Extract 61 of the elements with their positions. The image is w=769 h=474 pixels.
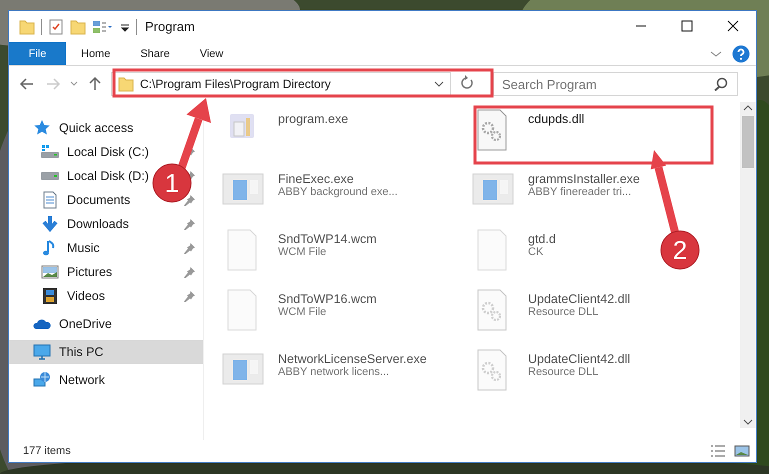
sidebar-item[interactable]: Documents — [41, 188, 134, 212]
folder-icon[interactable] — [70, 18, 86, 34]
file-type: ABBY network licens... — [278, 366, 390, 378]
step-badge: 1 — [152, 164, 192, 202]
ribbon-tab[interactable]: Share — [125, 42, 185, 65]
folder-icon — [118, 76, 134, 92]
item-count: 177 items — [23, 445, 71, 457]
file-name[interactable]: FineExec.exe — [278, 172, 398, 186]
checklist-icon[interactable] — [48, 18, 64, 34]
sidebar-item[interactable]: This PC — [9, 340, 203, 364]
file-type: WCM File — [278, 246, 328, 258]
file-type: ABBY finereader tri... — [528, 186, 632, 198]
search-field[interactable]: Search Program — [493, 72, 738, 96]
sidebar-item[interactable]: Music — [41, 236, 104, 260]
sidebar-item[interactable]: Local Disk (C:) — [41, 140, 153, 164]
file-tab[interactable]: File — [9, 42, 66, 65]
file-type: ABBY background exe... — [278, 186, 398, 198]
file-name[interactable]: SndToWP16.wcm — [278, 292, 377, 306]
star-icon — [33, 119, 51, 137]
film-icon — [41, 287, 59, 305]
sidebar-item[interactable]: Network — [33, 368, 109, 392]
thumbnails-view-icon[interactable] — [734, 444, 750, 458]
file-name[interactable]: UpdateClient42.dll — [528, 352, 630, 366]
sidebar-item[interactable]: Local Disk (D:) — [41, 164, 153, 188]
details-view-icon[interactable] — [710, 444, 726, 458]
sidebar-item[interactable]: Videos — [41, 284, 109, 308]
document-icon — [41, 191, 59, 209]
scrollbar[interactable] — [740, 102, 756, 428]
file-name[interactable]: cdupds.dll — [528, 112, 584, 126]
monitor-icon — [33, 343, 51, 361]
network-icon — [33, 371, 51, 389]
file-type: Resource DLL — [528, 306, 600, 318]
step-badge: 2 — [660, 230, 700, 270]
scroll-thumb[interactable] — [742, 116, 754, 168]
file-type: CK — [528, 246, 544, 258]
sidebar-item[interactable]: Quick access — [33, 116, 138, 140]
chevron-icon[interactable] — [434, 81, 444, 87]
file-type: Resource DLL — [528, 366, 600, 378]
sidebar-item[interactable]: Downloads — [41, 212, 133, 236]
sidebar-item[interactable]: Pictures — [41, 260, 116, 284]
sidebar-item[interactable]: OneDrive — [33, 312, 116, 336]
file-name[interactable]: UpdateClient42.dll — [528, 292, 630, 306]
address-field[interactable]: C:\Program Files\Program Directory — [111, 72, 451, 96]
ribbon-tab[interactable]: View — [184, 42, 238, 65]
file-name[interactable]: grammsInstaller.exe — [528, 172, 640, 186]
search-icon[interactable] — [714, 77, 728, 91]
drive-icon — [41, 143, 59, 161]
drive-icon — [41, 172, 59, 180]
file-type: WCM File — [278, 306, 328, 318]
chevron-icon[interactable] — [710, 48, 722, 58]
file-name[interactable]: gtd.d — [528, 232, 556, 246]
file-name[interactable]: SndToWP14.wcm — [278, 232, 377, 246]
image-icon — [41, 263, 59, 281]
file-name[interactable]: program.exe — [278, 112, 348, 126]
window-title: Program — [145, 19, 195, 34]
ribbon-tab[interactable]: Home — [66, 42, 126, 65]
properties-icon[interactable] — [92, 18, 114, 34]
down-arrow-icon — [41, 215, 59, 233]
help-icon[interactable] — [732, 44, 750, 62]
file-name[interactable]: NetworkLicenseServer.exe — [278, 352, 427, 366]
folder-icon[interactable] — [19, 18, 35, 34]
